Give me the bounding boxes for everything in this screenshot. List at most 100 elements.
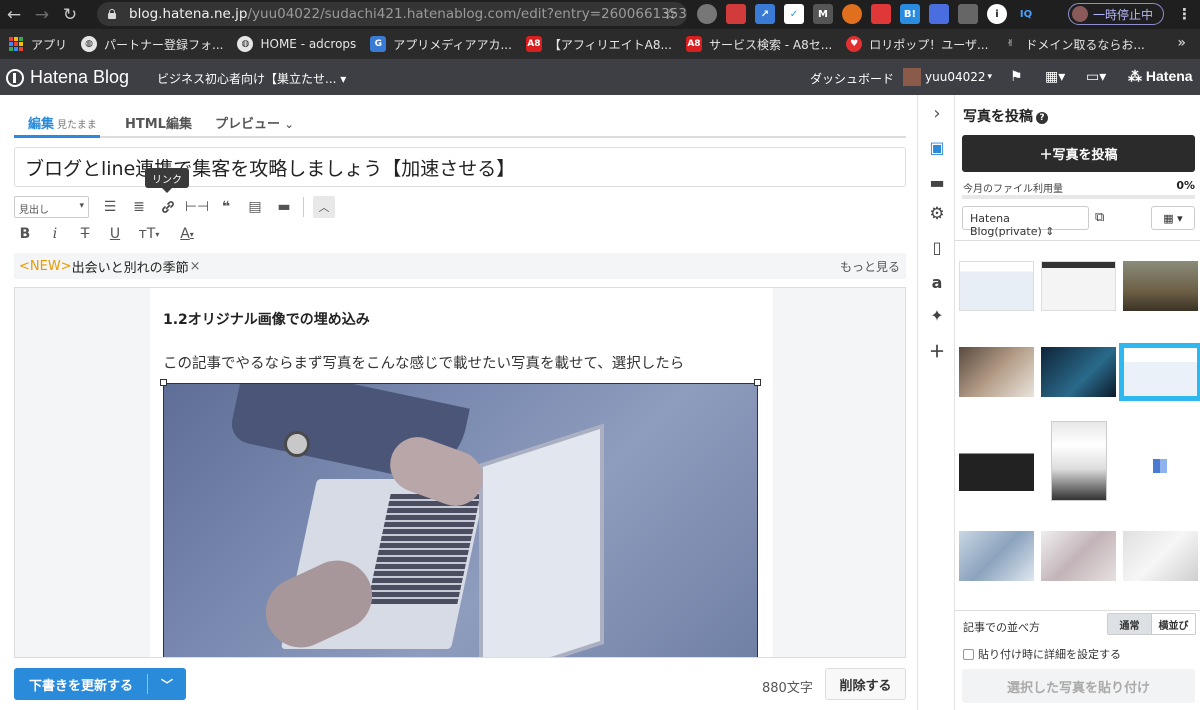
link-icon[interactable] xyxy=(157,196,179,218)
chevron-down-icon[interactable]: ﹀ xyxy=(148,676,186,693)
extension-icon[interactable] xyxy=(958,4,978,24)
bullet-list-icon[interactable]: ☰ xyxy=(99,196,121,218)
extension-icon[interactable] xyxy=(726,4,746,24)
bookmark-apps[interactable]: アプリ xyxy=(8,36,67,53)
photo-upload-icon[interactable]: ▣ xyxy=(927,137,947,157)
avatar xyxy=(903,68,921,86)
text-color-button[interactable]: A ▾ xyxy=(172,223,202,245)
photo-thumbnail[interactable] xyxy=(1041,531,1116,581)
tab-wysiwyg[interactable]: 編集 見たまま xyxy=(28,113,97,132)
resize-handle[interactable] xyxy=(754,379,761,386)
close-icon[interactable]: × xyxy=(190,259,201,274)
bookmark-item[interactable]: ◍ HOME - adcrops xyxy=(237,36,356,52)
dashboard-link[interactable]: ダッシュボード xyxy=(810,70,894,87)
forward-arrow-icon[interactable]: → xyxy=(28,2,56,28)
arrangement-normal-option[interactable]: 通常 xyxy=(1108,614,1151,634)
photo-thumbnail[interactable] xyxy=(959,347,1034,397)
twitter-extension-icon[interactable]: ✓ xyxy=(784,4,804,24)
photo-thumbnail[interactable] xyxy=(1123,261,1198,311)
notifications-icon[interactable]: ▭▾ xyxy=(1086,69,1106,85)
photo-thumbnail[interactable] xyxy=(1041,347,1116,397)
address-bar[interactable]: blog.hatena.ne.jp/yuu04022/sudachi421.ha… xyxy=(97,2,687,26)
photo-thumbnail[interactable] xyxy=(959,441,1034,491)
collapse-toolbar-button[interactable]: ︿ xyxy=(313,196,335,218)
bookmark-flag-icon[interactable]: ⚑ xyxy=(1010,69,1023,85)
hatena-bookmark-extension-icon[interactable]: B! xyxy=(900,4,920,24)
more-link[interactable]: もっと見る xyxy=(840,258,900,275)
bookmark-item[interactable]: ♥ ロリポップ！ユーザ... xyxy=(846,36,988,53)
bookmark-star-icon[interactable]: ☆ xyxy=(664,5,677,23)
editor-body[interactable]: 1.2オリジナル画像での埋め込み この記事でやるならまず写真をこんな感じで載せた… xyxy=(14,287,906,658)
photo-thumbnail[interactable] xyxy=(1153,459,1167,473)
tab-preview[interactable]: プレビュー ⌄ xyxy=(215,113,294,132)
document-icon[interactable]: ▯ xyxy=(927,237,947,257)
info-extension-icon[interactable]: i xyxy=(987,4,1007,24)
extension-icon[interactable] xyxy=(842,4,862,24)
iq-extension-icon[interactable]: IQ xyxy=(1016,4,1036,24)
delete-button[interactable]: 削除する xyxy=(825,668,906,700)
paragraph-text[interactable]: この記事でやるならまず写真をこんな感じで載せたい写真を載せて、選択したら xyxy=(163,352,684,373)
strikethrough-button[interactable]: T xyxy=(74,223,96,245)
extension-icon[interactable]: ↗ xyxy=(755,4,775,24)
user-menu[interactable]: yuu04022 ▾ xyxy=(903,68,992,86)
italic-button[interactable]: i xyxy=(44,223,66,245)
table-of-contents-icon[interactable]: ▤ xyxy=(244,196,266,218)
photo-thumbnail[interactable] xyxy=(959,531,1034,581)
hatena-brand-link[interactable]: ⁂ Hatena xyxy=(1128,68,1193,85)
reload-icon[interactable]: ↻ xyxy=(56,2,84,28)
horizontal-rule-icon[interactable]: ⊢⊣ xyxy=(185,196,209,218)
bookmarks-overflow-button[interactable]: » xyxy=(1177,35,1186,51)
font-size-button[interactable]: тT ▾ xyxy=(134,223,164,245)
resize-handle[interactable] xyxy=(160,379,167,386)
upload-photo-button[interactable]: ＋写真を投稿 xyxy=(962,135,1195,172)
heading-level-select[interactable]: 見出し xyxy=(14,196,89,218)
bold-button[interactable]: B xyxy=(14,223,36,245)
blog-select-dropdown[interactable]: ビジネス初心者向け【巣立たせ... ▾ xyxy=(157,70,346,87)
arrangement-label: 記事での並べ方 xyxy=(963,621,1040,634)
numbered-list-icon[interactable]: ≣ xyxy=(128,196,150,218)
editor-page[interactable]: 1.2オリジナル画像での埋め込み この記事でやるならまず写真をこんな感じで載せた… xyxy=(150,288,773,657)
paste-selected-photos-button[interactable]: 選択した写真を貼り付け xyxy=(962,669,1195,703)
extension-icon[interactable]: M xyxy=(813,4,833,24)
read-more-icon[interactable]: ▬ xyxy=(273,196,295,218)
apps-menu-icon[interactable]: ▦▾ xyxy=(1045,69,1065,85)
profile-paused-button[interactable]: 一時停止中 xyxy=(1068,3,1164,25)
plus-icon[interactable]: ＋ xyxy=(927,340,947,361)
photo-thumbnail[interactable] xyxy=(1041,261,1116,311)
back-arrow-icon[interactable]: ← xyxy=(0,2,28,28)
update-draft-button[interactable]: 下書きを更新する ﹀ xyxy=(14,668,186,700)
extension-icon[interactable] xyxy=(697,4,717,24)
detail-settings-checkbox[interactable]: 貼り付け時に詳細を設定する xyxy=(963,646,1121,662)
chevron-right-icon[interactable]: › xyxy=(927,103,947,124)
bookmark-item[interactable]: G アプリメディアアカ... xyxy=(370,36,512,53)
browser-menu-icon[interactable]: ⋮ xyxy=(1177,5,1192,23)
external-link-icon[interactable]: ⧉ xyxy=(1095,210,1104,225)
checkbox-box[interactable] xyxy=(963,648,974,660)
extension-icon[interactable] xyxy=(871,4,891,24)
section-heading[interactable]: 1.2オリジナル画像での埋め込み xyxy=(163,309,370,329)
help-icon[interactable]: ? xyxy=(1036,112,1048,124)
gear-icon[interactable]: ⚙ xyxy=(927,204,947,224)
bookmark-item[interactable]: A8 【アフィリエイトA8... xyxy=(525,36,672,53)
hatena-blog-logo[interactable]: Hatena Blog xyxy=(6,67,129,88)
amazon-icon[interactable]: a xyxy=(927,272,947,292)
bookmark-item[interactable]: ◍ パートナー登録フォ... xyxy=(81,36,223,53)
arrangement-horizontal-option[interactable]: 横並び xyxy=(1151,614,1195,634)
tab-html[interactable]: HTML編集 xyxy=(125,113,192,132)
selected-image[interactable] xyxy=(163,383,758,657)
album-select[interactable]: Hatena Blog(private) ⇕ xyxy=(962,206,1089,238)
underline-button[interactable]: U xyxy=(104,223,126,245)
photo-thumbnail-selected[interactable] xyxy=(1119,343,1200,401)
twitter-icon[interactable]: ✦ xyxy=(927,305,947,325)
photo-thumbnail[interactable] xyxy=(959,261,1034,311)
bookmark-item[interactable]: A8 サービス検索 - A8セ... xyxy=(685,36,832,53)
photo-thumbnail[interactable] xyxy=(1051,421,1107,501)
folder-icon[interactable]: ▬ xyxy=(927,172,947,192)
blockquote-icon[interactable]: ❝ xyxy=(215,196,237,218)
extension-icon[interactable] xyxy=(929,4,949,24)
bookmark-item[interactable]: ✌ ドメイン取るならお... xyxy=(1002,36,1145,53)
notice-link[interactable]: 出会いと別れの季節 xyxy=(72,257,189,276)
photo-thumbnail[interactable] xyxy=(1123,531,1198,581)
editor-toolbar-row1: 見出し ☰ ≣ ⊢⊣ ❝ ▤ ▬ ︿ xyxy=(14,195,335,219)
grid-view-button[interactable]: ▦ ▾ xyxy=(1151,206,1195,230)
